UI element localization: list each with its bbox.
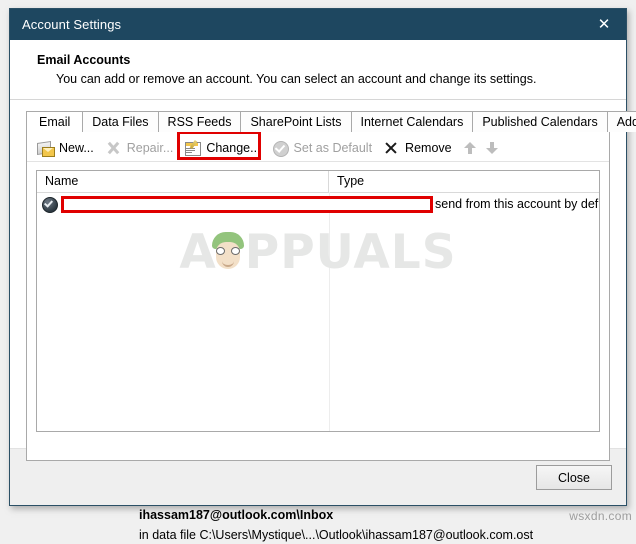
site-watermark: wsxdn.com [569, 509, 632, 523]
repair-account-button[interactable]: Repair... [101, 136, 181, 160]
column-header-name[interactable]: Name [37, 171, 329, 192]
title-bar: Account Settings ✕ [10, 9, 626, 40]
remove-account-button[interactable]: Remove [379, 136, 459, 160]
accounts-list[interactable]: Name Type send from this account by def.… [36, 170, 600, 432]
set-as-default-button[interactable]: Set as Default [268, 136, 380, 160]
tab-published-calendars[interactable]: Published Calendars [472, 111, 608, 132]
page-subtitle: You can add or remove an account. You ca… [56, 72, 537, 86]
new-account-label: New... [59, 140, 94, 155]
account-type-value: send from this account by def... [435, 197, 599, 211]
default-account-check-icon [41, 196, 59, 213]
accounts-toolbar: New... Repair... Change... Set as Defaul… [27, 131, 609, 162]
header-band: Email Accounts You can add or remove an … [10, 40, 626, 100]
account-settings-dialog: Account Settings ✕ Email Accounts You ca… [9, 8, 636, 542]
close-button[interactable]: Close [536, 465, 612, 490]
accounts-list-header: Name Type [37, 171, 599, 193]
move-up-button[interactable] [459, 137, 481, 159]
repair-tools-icon [105, 140, 122, 156]
tab-strip-wrap: Email Data Files RSS Feeds SharePoint Li… [10, 110, 636, 132]
watermark-text: A PPUALS [179, 229, 456, 276]
watermark-letter-a: A [179, 225, 217, 280]
remove-x-icon [383, 140, 400, 156]
change-account-button[interactable]: Change... [180, 136, 267, 160]
change-settings-icon [184, 139, 202, 156]
appuals-mascot-icon [207, 230, 249, 276]
delivery-account-value: ihassam187@outlook.com\Inbox [139, 508, 334, 522]
new-mail-icon [37, 140, 55, 157]
move-down-button[interactable] [481, 137, 503, 159]
table-row[interactable]: send from this account by def... [37, 193, 599, 215]
appuals-watermark: A PPUALS [37, 229, 599, 276]
email-tab-panel: New... Repair... Change... Set as Defaul… [26, 131, 610, 461]
change-account-label: Change... [206, 140, 261, 155]
tab-internet-calendars[interactable]: Internet Calendars [350, 111, 474, 132]
account-name-redaction-annotation [61, 195, 433, 213]
tab-sharepoint-lists[interactable]: SharePoint Lists [240, 111, 352, 132]
close-x-icon[interactable]: ✕ [582, 9, 626, 40]
window-title: Account Settings [22, 17, 122, 32]
tab-address-books[interactable]: Address Books [606, 111, 636, 132]
page-title: Email Accounts [37, 53, 131, 67]
tab-strip: Email Data Files RSS Feeds SharePoint Li… [26, 110, 636, 132]
set-as-default-label: Set as Default [293, 140, 373, 155]
delivery-data-file-value: in data file C:\Users\Mystique\...\Outlo… [139, 528, 534, 542]
tab-email[interactable]: Email [26, 111, 84, 132]
tab-data-files[interactable]: Data Files [82, 111, 159, 132]
repair-account-label: Repair... [126, 140, 174, 155]
new-account-button[interactable]: New... [33, 136, 101, 160]
remove-account-label: Remove [405, 140, 452, 155]
watermark-letters-ppuals: PPUALS [244, 225, 457, 280]
check-circle-icon [272, 140, 289, 157]
column-header-type[interactable]: Type [329, 171, 599, 192]
tab-rss-feeds[interactable]: RSS Feeds [157, 111, 242, 132]
column-separator [329, 192, 330, 431]
